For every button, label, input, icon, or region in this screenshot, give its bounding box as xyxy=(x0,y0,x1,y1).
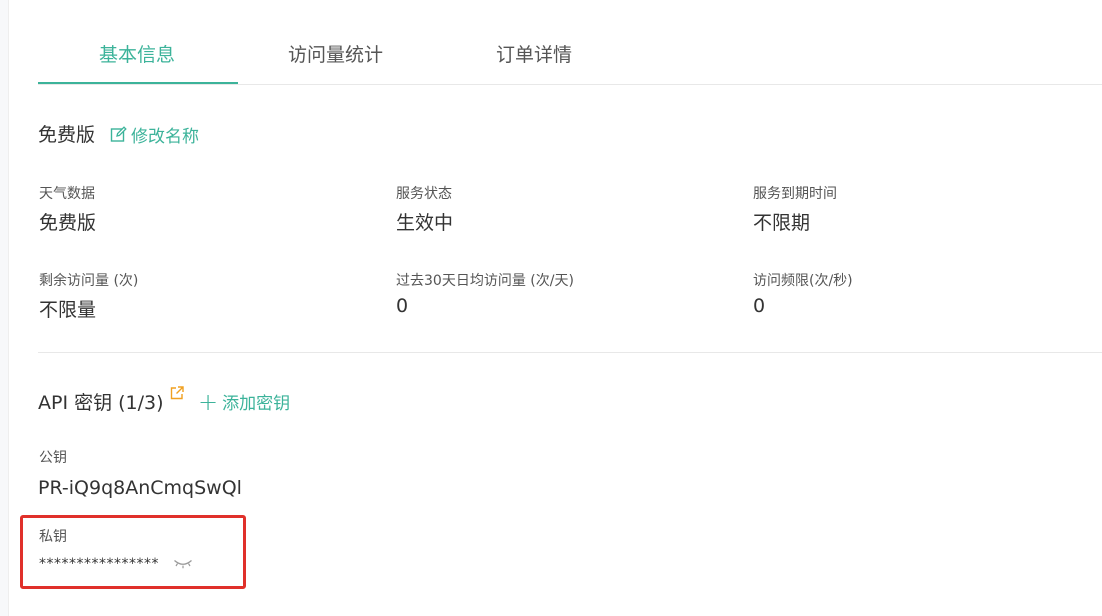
rename-button[interactable]: 修改名称 xyxy=(110,122,199,147)
active-tab-indicator xyxy=(38,82,238,84)
external-link-icon[interactable] xyxy=(170,386,184,400)
remaining-quota-label: 剩余访问量 (次) xyxy=(39,273,139,289)
tab-bar: 基本信息 访问量统计 订单详情 xyxy=(38,24,1102,85)
api-keys-title: API 密钥 (1/3) xyxy=(38,392,164,414)
plan-name: 免费版 xyxy=(38,124,96,146)
avg-30day-label: 过去30天日均访问量 (次/天) xyxy=(396,273,574,289)
edit-icon xyxy=(110,126,127,142)
public-key-value: PR-iQ9q8AnCmqSwQl xyxy=(38,477,242,499)
avg-30day-value: 0 xyxy=(396,295,409,317)
public-key-label: 公钥 xyxy=(39,450,67,466)
tab-order-details[interactable]: 订单详情 xyxy=(496,40,572,67)
add-key-label: 添加密钥 xyxy=(222,394,291,414)
add-key-button[interactable]: + 添加密钥 xyxy=(198,387,291,416)
section-divider xyxy=(38,352,1102,353)
left-border xyxy=(0,0,9,616)
eye-closed-icon[interactable] xyxy=(173,558,193,570)
expiry-label: 服务到期时间 xyxy=(753,186,837,202)
service-status-label: 服务状态 xyxy=(396,186,452,202)
rate-limit-value: 0 xyxy=(753,295,766,317)
weather-data-value: 免费版 xyxy=(39,212,97,234)
rate-limit-label: 访问频限(次/秒) xyxy=(753,273,853,289)
tab-traffic-stats[interactable]: 访问量统计 xyxy=(288,40,383,67)
rename-label: 修改名称 xyxy=(131,127,199,147)
expiry-value: 不限期 xyxy=(753,212,811,234)
plus-icon: + xyxy=(198,387,219,416)
private-key-label: 私钥 xyxy=(39,529,67,545)
weather-data-label: 天气数据 xyxy=(39,186,95,202)
private-key-value: **************** xyxy=(39,556,159,572)
remaining-quota-value: 不限量 xyxy=(39,299,97,321)
service-status-value: 生效中 xyxy=(396,212,454,234)
tab-basic-info[interactable]: 基本信息 xyxy=(99,40,175,67)
